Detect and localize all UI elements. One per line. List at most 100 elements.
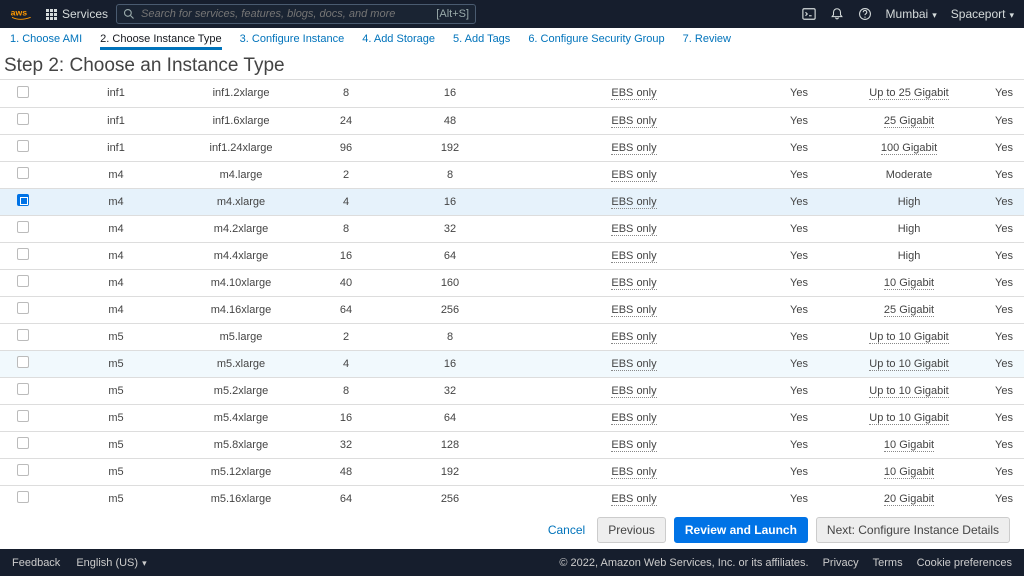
family-cell: m5	[46, 323, 186, 350]
region-selector[interactable]: Mumbai	[886, 7, 937, 21]
storage-cell-wrap: EBS only	[504, 161, 764, 188]
ipv6-cell: Yes	[984, 107, 1024, 134]
network-cell: Up to 10 Gigabit	[869, 358, 949, 371]
language-selector[interactable]: English (US)	[76, 557, 146, 569]
wizard-step-3[interactable]: 4. Add Storage	[362, 33, 435, 50]
family-cell: m5	[46, 350, 186, 377]
row-checkbox[interactable]	[17, 410, 29, 422]
next-button[interactable]: Next: Configure Instance Details	[816, 517, 1010, 543]
cancel-link[interactable]: Cancel	[548, 523, 585, 537]
notifications-icon[interactable]	[830, 7, 844, 21]
row-checkbox[interactable]	[17, 140, 29, 152]
table-row[interactable]: m5m5.xlarge416EBS onlyYesUp to 10 Gigabi…	[0, 350, 1024, 377]
row-checkbox[interactable]	[17, 383, 29, 395]
storage-cell: EBS only	[611, 169, 656, 182]
wizard-step-2[interactable]: 3. Configure Instance	[240, 33, 345, 50]
row-checkbox[interactable]	[17, 221, 29, 233]
memory-cell: 8	[396, 161, 504, 188]
cloudshell-icon[interactable]	[802, 7, 816, 21]
help-icon[interactable]	[858, 7, 872, 21]
table-row[interactable]: m4m4.xlarge416EBS onlyYesHighYes	[0, 188, 1024, 215]
aws-logo[interactable]: aws	[10, 6, 38, 22]
row-checkbox[interactable]	[17, 302, 29, 314]
storage-cell: EBS only	[611, 439, 656, 452]
table-row[interactable]: m5m5.large28EBS onlyYesUp to 10 GigabitY…	[0, 323, 1024, 350]
row-checkbox[interactable]	[17, 437, 29, 449]
account-menu[interactable]: Spaceport	[951, 7, 1014, 21]
table-row[interactable]: m4m4.4xlarge1664EBS onlyYesHighYes	[0, 242, 1024, 269]
network-cell-wrap: High	[834, 215, 984, 242]
checkbox-cell	[0, 485, 46, 509]
row-checkbox[interactable]	[17, 275, 29, 287]
row-checkbox[interactable]	[17, 464, 29, 476]
row-checkbox[interactable]	[17, 491, 29, 503]
wizard-step-5[interactable]: 6. Configure Security Group	[528, 33, 664, 50]
previous-button[interactable]: Previous	[597, 517, 666, 543]
ebsopt-cell: Yes	[764, 242, 834, 269]
ipv6-cell: Yes	[984, 431, 1024, 458]
terms-link[interactable]: Terms	[873, 557, 903, 569]
storage-cell-wrap: EBS only	[504, 215, 764, 242]
ipv6-cell: Yes	[984, 485, 1024, 509]
table-row[interactable]: m5m5.4xlarge1664EBS onlyYesUp to 10 Giga…	[0, 404, 1024, 431]
type-cell: m5.8xlarge	[186, 431, 296, 458]
table-row[interactable]: m4m4.large28EBS onlyYesModerateYes	[0, 161, 1024, 188]
table-row[interactable]: m4m4.10xlarge40160EBS onlyYes10 GigabitY…	[0, 269, 1024, 296]
table-row[interactable]: m5m5.16xlarge64256EBS onlyYes20 GigabitY…	[0, 485, 1024, 509]
row-checkbox[interactable]	[17, 356, 29, 368]
wizard-step-1[interactable]: 2. Choose Instance Type	[100, 33, 222, 50]
network-cell-wrap: 25 Gigabit	[834, 107, 984, 134]
ebsopt-cell: Yes	[764, 377, 834, 404]
memory-cell: 64	[396, 242, 504, 269]
ebsopt-cell: Yes	[764, 161, 834, 188]
instance-table-scroll[interactable]: inf1inf1.2xlarge816EBS onlyYesUp to 25 G…	[0, 79, 1024, 509]
row-checkbox[interactable]	[17, 329, 29, 341]
table-row[interactable]: inf1inf1.6xlarge2448EBS onlyYes25 Gigabi…	[0, 107, 1024, 134]
ebsopt-cell: Yes	[764, 80, 834, 107]
wizard-step-0[interactable]: 1. Choose AMI	[10, 33, 82, 50]
table-row[interactable]: m5m5.12xlarge48192EBS onlyYes10 GigabitY…	[0, 458, 1024, 485]
checkbox-cell	[0, 80, 46, 107]
storage-cell-wrap: EBS only	[504, 377, 764, 404]
table-row[interactable]: m4m4.16xlarge64256EBS onlyYes25 GigabitY…	[0, 296, 1024, 323]
account-label: Spaceport	[951, 7, 1006, 21]
top-nav: aws Services [Alt+S] Mumbai Spaceport	[0, 0, 1024, 28]
checkbox-cell	[0, 269, 46, 296]
type-cell: m4.xlarge	[186, 188, 296, 215]
services-menu[interactable]: Services	[46, 7, 108, 21]
type-cell: m4.2xlarge	[186, 215, 296, 242]
table-row[interactable]: inf1inf1.2xlarge816EBS onlyYesUp to 25 G…	[0, 80, 1024, 107]
memory-cell: 8	[396, 323, 504, 350]
type-cell: m5.xlarge	[186, 350, 296, 377]
footer: Feedback English (US) © 2022, Amazon Web…	[0, 549, 1024, 576]
wizard-step-4[interactable]: 5. Add Tags	[453, 33, 510, 50]
svg-text:aws: aws	[11, 7, 28, 17]
row-checkbox[interactable]	[17, 167, 29, 179]
table-row[interactable]: m5m5.2xlarge832EBS onlyYesUp to 10 Gigab…	[0, 377, 1024, 404]
table-row[interactable]: m4m4.2xlarge832EBS onlyYesHighYes	[0, 215, 1024, 242]
network-cell-wrap: 10 Gigabit	[834, 269, 984, 296]
family-cell: m5	[46, 377, 186, 404]
memory-cell: 192	[396, 134, 504, 161]
vcpus-cell: 8	[296, 80, 396, 107]
row-checkbox[interactable]	[17, 113, 29, 125]
row-checkbox[interactable]	[17, 86, 29, 98]
wizard-step-6[interactable]: 7. Review	[683, 33, 731, 50]
memory-cell: 32	[396, 215, 504, 242]
memory-cell: 16	[396, 188, 504, 215]
checkbox-cell	[0, 134, 46, 161]
feedback-link[interactable]: Feedback	[12, 557, 60, 569]
network-cell-wrap: Up to 10 Gigabit	[834, 323, 984, 350]
cookie-preferences-link[interactable]: Cookie preferences	[917, 557, 1012, 569]
vcpus-cell: 24	[296, 107, 396, 134]
review-and-launch-button[interactable]: Review and Launch	[674, 517, 808, 543]
row-checkbox[interactable]	[17, 248, 29, 260]
table-row[interactable]: m5m5.8xlarge32128EBS onlyYes10 GigabitYe…	[0, 431, 1024, 458]
storage-cell: EBS only	[611, 304, 656, 317]
search-input[interactable]	[141, 8, 436, 20]
row-checkbox[interactable]	[17, 194, 29, 206]
search-box[interactable]: [Alt+S]	[116, 4, 476, 24]
privacy-link[interactable]: Privacy	[823, 557, 859, 569]
table-row[interactable]: inf1inf1.24xlarge96192EBS onlyYes100 Gig…	[0, 134, 1024, 161]
memory-cell: 256	[396, 485, 504, 509]
